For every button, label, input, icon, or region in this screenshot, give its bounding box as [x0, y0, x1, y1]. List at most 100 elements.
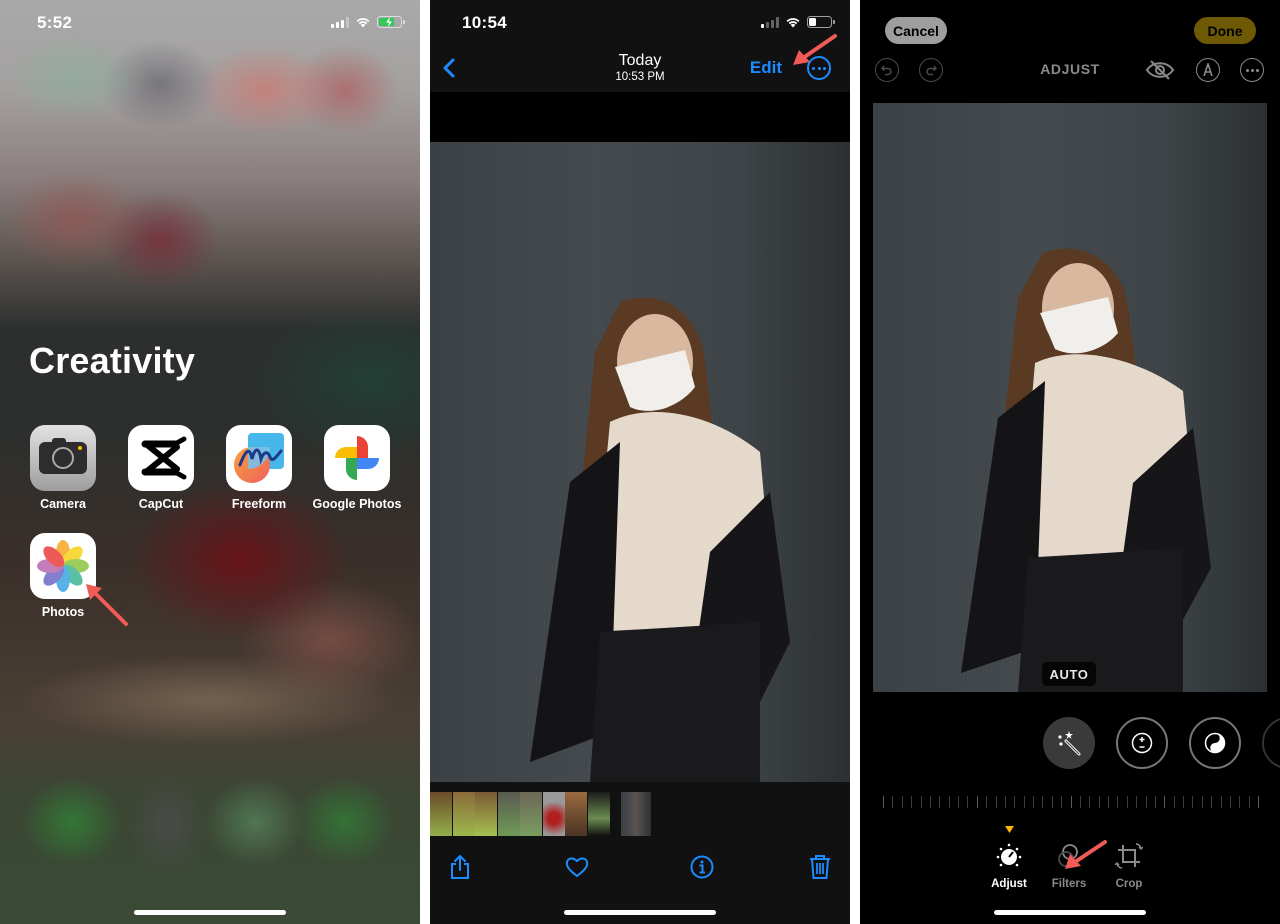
app-photos[interactable]: Photos: [18, 533, 108, 619]
adjust-dial-icon: [996, 843, 1022, 867]
google-photos-icon: [324, 425, 390, 491]
next-adjust-tool-button[interactable]: [1262, 717, 1280, 769]
app-capcut[interactable]: CapCut: [116, 425, 206, 511]
app-label: Freeform: [231, 497, 287, 511]
app-label: Google Photos: [312, 497, 402, 511]
thumbnail-selected[interactable]: [620, 792, 651, 836]
tab-filters[interactable]: Filters: [1041, 842, 1097, 890]
thumbnail[interactable]: [452, 792, 475, 836]
tab-label: Filters: [1051, 878, 1087, 890]
edit-mode-tabs: Adjust Filters Crop: [860, 826, 1280, 890]
slider-tick: [901, 796, 903, 808]
slider-tick: [1164, 796, 1166, 808]
app-label: CapCut: [138, 497, 184, 511]
slider-tick: [995, 796, 997, 808]
slider-tick: [1183, 796, 1184, 808]
slider-tick: [1079, 796, 1081, 808]
info-icon: [690, 855, 714, 879]
slider-tick: [1070, 796, 1072, 808]
battery-icon: [807, 16, 835, 28]
thumbnail[interactable]: [520, 792, 542, 836]
hide-original-eye-icon[interactable]: [1145, 59, 1175, 81]
auto-enhance-button[interactable]: [1043, 717, 1095, 769]
tab-label: Crop: [1115, 878, 1143, 890]
slider-tick: [1136, 796, 1138, 808]
thumbnail[interactable]: [475, 792, 497, 836]
photo-image[interactable]: [430, 142, 850, 782]
heart-icon: [565, 857, 589, 878]
edit-button[interactable]: Edit: [750, 58, 782, 78]
folder-title: Creativity: [29, 340, 196, 381]
slider-tick: [1051, 796, 1053, 808]
slider-tick: [948, 796, 950, 808]
battery-icon: [377, 16, 405, 28]
tab-crop[interactable]: Crop: [1101, 842, 1157, 890]
slider-tick: [1145, 796, 1147, 808]
markup-pen-icon[interactable]: [1196, 58, 1220, 82]
slider-tick: [958, 796, 959, 808]
edit-header: ADJUST: [860, 55, 1280, 85]
charging-bolt-icon: [386, 17, 392, 27]
photo-canvas[interactable]: [430, 92, 850, 782]
more-options-icon[interactable]: [1240, 58, 1264, 82]
slider-tick: [976, 796, 978, 808]
adjustment-slider[interactable]: [883, 796, 1259, 808]
slider-tick: [1154, 796, 1156, 808]
favorite-button[interactable]: [563, 852, 591, 882]
status-bar: 5:52: [0, 0, 420, 46]
slider-tick: [1098, 796, 1100, 808]
auto-badge[interactable]: AUTO: [1042, 662, 1096, 686]
capcut-icon: [128, 425, 194, 491]
photo-viewer-panel: 10:54 Today 10:53 PM Edit: [430, 0, 850, 924]
exposure-button[interactable]: [1116, 717, 1168, 769]
brilliance-button[interactable]: [1189, 717, 1241, 769]
slider-tick: [1004, 796, 1006, 808]
share-icon: [451, 854, 469, 879]
thumbnail[interactable]: [565, 792, 587, 836]
slider-tick: [883, 796, 884, 808]
more-options-icon[interactable]: [807, 56, 831, 80]
photo-subject: [530, 297, 790, 782]
share-button[interactable]: [446, 852, 474, 882]
info-button[interactable]: [688, 852, 716, 882]
slider-tick: [1248, 796, 1250, 808]
slider-tick: [929, 796, 931, 808]
magic-wand-icon: [1058, 731, 1081, 756]
wifi-icon: [356, 18, 370, 28]
thumbnail[interactable]: [430, 792, 452, 836]
cellular-signal-icon: [331, 16, 349, 28]
home-indicator: [564, 910, 716, 915]
tab-adjust[interactable]: Adjust: [981, 842, 1037, 890]
home-indicator: [134, 910, 286, 915]
thumbnail-strip[interactable]: [430, 792, 651, 836]
done-button[interactable]: Done: [1194, 17, 1256, 44]
app-label: Photos: [41, 605, 85, 619]
app-google-photos[interactable]: Google Photos: [312, 425, 402, 511]
slider-tick: [1173, 796, 1175, 808]
slider-tick: [1201, 796, 1203, 808]
app-freeform[interactable]: Freeform: [214, 425, 304, 511]
slider-tick: [1258, 796, 1259, 808]
slider-tick: [1023, 796, 1025, 808]
cancel-button[interactable]: Cancel: [885, 17, 947, 44]
slider-tick: [1220, 796, 1222, 808]
slider-tick: [1108, 796, 1109, 808]
status-bar: 10:54: [430, 0, 850, 46]
thumbnail[interactable]: [542, 792, 565, 836]
nav-title: Today: [618, 52, 662, 69]
thumbnail[interactable]: [587, 792, 610, 836]
trash-icon: [810, 855, 830, 879]
home-screen-panel: 5:52 Creativity Camera CapCut Freeform G…: [0, 0, 420, 924]
photo-image[interactable]: AUTO: [873, 103, 1267, 692]
delete-button[interactable]: [806, 852, 834, 882]
slider-tick: [1211, 796, 1213, 808]
crop-rotate-icon: [1114, 843, 1144, 869]
slider-tick: [911, 796, 913, 808]
slider-tick: [967, 796, 969, 808]
slider-tick: [1239, 796, 1241, 808]
exposure-icon: [1131, 732, 1153, 754]
active-tab-indicator-icon: [1005, 826, 1014, 833]
photo-date-header: Today 10:53 PM: [430, 52, 850, 83]
thumbnail[interactable]: [497, 792, 520, 836]
app-camera[interactable]: Camera: [18, 425, 108, 511]
